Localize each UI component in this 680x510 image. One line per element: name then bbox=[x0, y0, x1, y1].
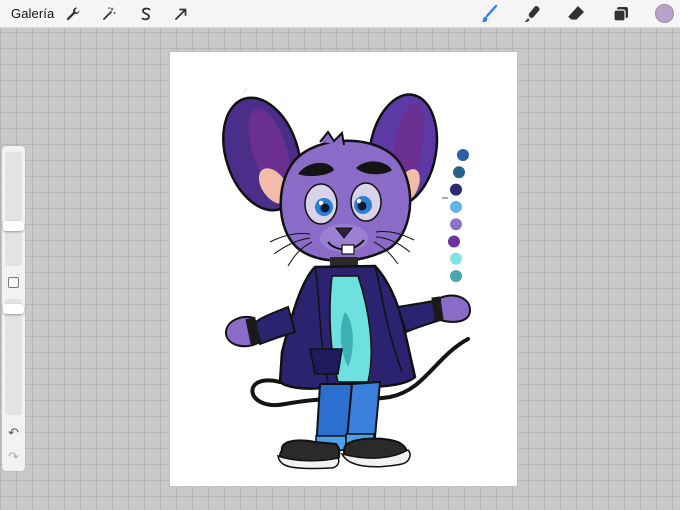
color-palette bbox=[448, 149, 469, 283]
palette-color-dot bbox=[450, 218, 462, 231]
smudge-tool-button[interactable] bbox=[522, 3, 544, 25]
palette-color-dot bbox=[450, 200, 462, 213]
gallery-button[interactable]: Galería bbox=[11, 6, 54, 21]
magic-wand-icon bbox=[103, 7, 116, 20]
left-sidebar: ↶ ↷ bbox=[2, 146, 25, 471]
adjustments-button[interactable] bbox=[99, 4, 119, 24]
drawing-canvas[interactable] bbox=[169, 51, 518, 487]
brush-size-handle[interactable] bbox=[3, 221, 24, 232]
current-color-button[interactable] bbox=[655, 4, 674, 23]
palette-color-dot bbox=[457, 149, 469, 161]
top-toolbar: Galería bbox=[0, 0, 680, 28]
mouse-character-illustration bbox=[222, 87, 472, 470]
wrench-icon bbox=[66, 7, 80, 21]
brush-icon bbox=[481, 4, 498, 23]
palette-color-dot bbox=[450, 270, 462, 283]
actions-button[interactable] bbox=[63, 4, 83, 24]
palette-color-dot bbox=[450, 183, 462, 196]
redo-button[interactable]: ↷ bbox=[6, 449, 21, 464]
transform-button[interactable] bbox=[171, 4, 191, 24]
modify-button[interactable] bbox=[8, 277, 19, 288]
eraser-tool-button[interactable] bbox=[565, 3, 587, 25]
transform-arrow-icon bbox=[175, 8, 187, 20]
right-arm bbox=[396, 294, 472, 334]
jacket-pocket bbox=[309, 348, 343, 375]
layers-button[interactable] bbox=[610, 3, 632, 25]
eraser-icon bbox=[567, 6, 584, 21]
palette-color-dot bbox=[450, 252, 462, 265]
undo-button[interactable]: ↶ bbox=[6, 425, 21, 440]
brush-size-slider[interactable] bbox=[3, 152, 24, 266]
opacity-slider[interactable] bbox=[3, 299, 24, 415]
opacity-handle[interactable] bbox=[3, 303, 24, 314]
selection-button[interactable] bbox=[136, 4, 156, 24]
palette-color-dot bbox=[453, 166, 465, 179]
smudge-icon bbox=[524, 6, 540, 23]
torso bbox=[278, 264, 417, 390]
brush-tool-button[interactable] bbox=[478, 3, 500, 25]
sketch-mark bbox=[242, 87, 248, 95]
palette-color-dot bbox=[448, 235, 460, 248]
selection-s-icon bbox=[141, 7, 151, 21]
layers-icon bbox=[613, 7, 628, 22]
teeth bbox=[341, 244, 355, 255]
